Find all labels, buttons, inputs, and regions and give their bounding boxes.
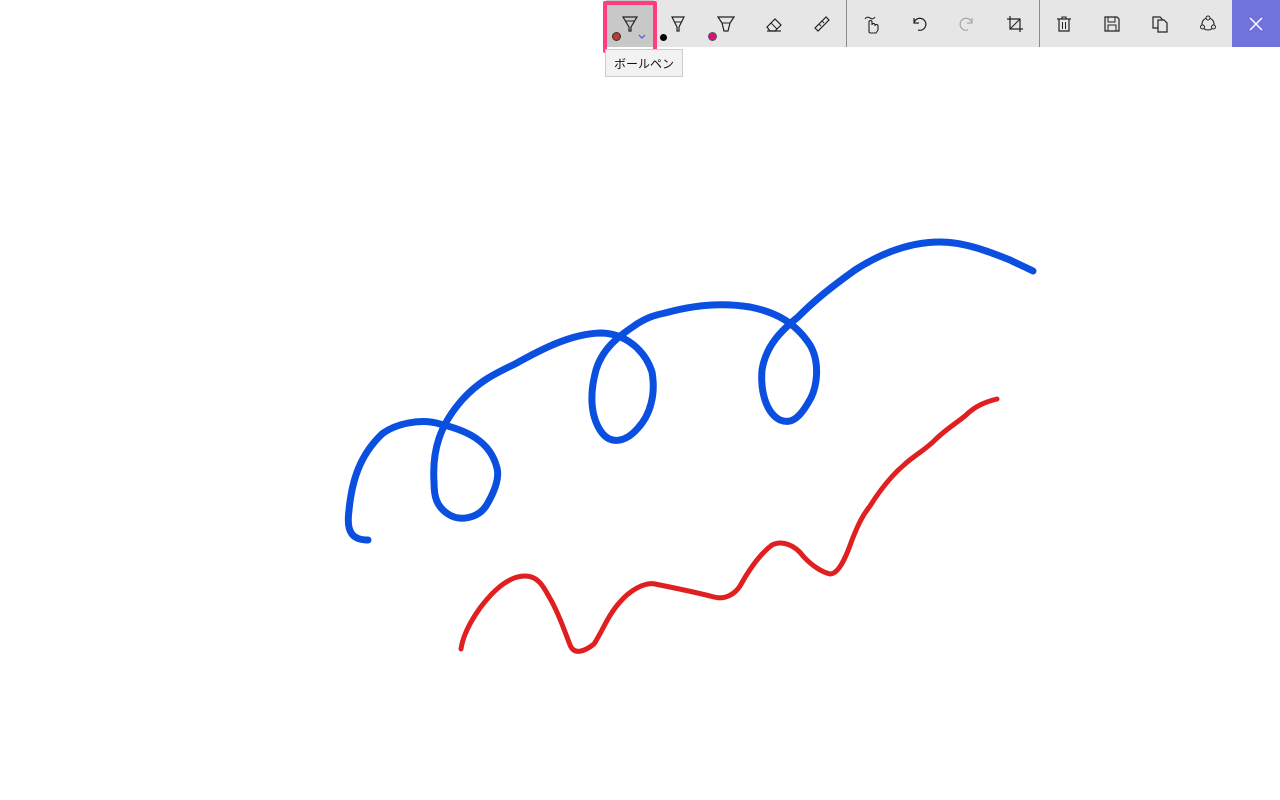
crop-button[interactable] [991, 0, 1039, 47]
highlighter-color-dot [708, 32, 717, 41]
save-icon [1103, 15, 1121, 33]
eraser-icon [765, 16, 783, 32]
pencil-icon [670, 15, 686, 33]
redo-button[interactable] [943, 0, 991, 47]
delete-button[interactable] [1040, 0, 1088, 47]
close-button[interactable] [1232, 0, 1280, 47]
tooltip: ボールペン [605, 49, 684, 77]
redo-icon [958, 15, 976, 33]
pencil-button[interactable] [654, 0, 702, 47]
tooltip-text: ボールペン [614, 56, 675, 71]
pencil-color-dot [660, 34, 667, 41]
close-icon [1249, 17, 1263, 31]
blue-ink-stroke [344, 238, 1037, 544]
touch-writing-button[interactable] [847, 0, 895, 47]
share-icon [1199, 15, 1217, 33]
crop-icon [1006, 15, 1024, 33]
copy-button[interactable] [1136, 0, 1184, 47]
chevron-down-icon[interactable] [638, 34, 646, 40]
red-ink-stroke [458, 396, 1000, 654]
ballpoint-pen-icon [621, 15, 639, 33]
highlighter-button[interactable] [702, 0, 750, 47]
ballpoint-pen-button[interactable] [606, 0, 654, 47]
ruler-button[interactable] [798, 0, 846, 47]
share-button[interactable] [1184, 0, 1232, 47]
pen-color-dot [612, 32, 621, 41]
touch-writing-icon [861, 14, 881, 34]
drawing-canvas[interactable] [0, 0, 1280, 800]
eraser-button[interactable] [750, 0, 798, 47]
ink-toolbar [606, 0, 1280, 47]
ink-layer [344, 238, 1037, 654]
undo-icon [910, 15, 928, 33]
ruler-icon [813, 15, 831, 33]
copy-icon [1151, 15, 1169, 33]
trash-icon [1056, 15, 1072, 33]
undo-button[interactable] [895, 0, 943, 47]
highlighter-icon [717, 15, 735, 33]
save-button[interactable] [1088, 0, 1136, 47]
